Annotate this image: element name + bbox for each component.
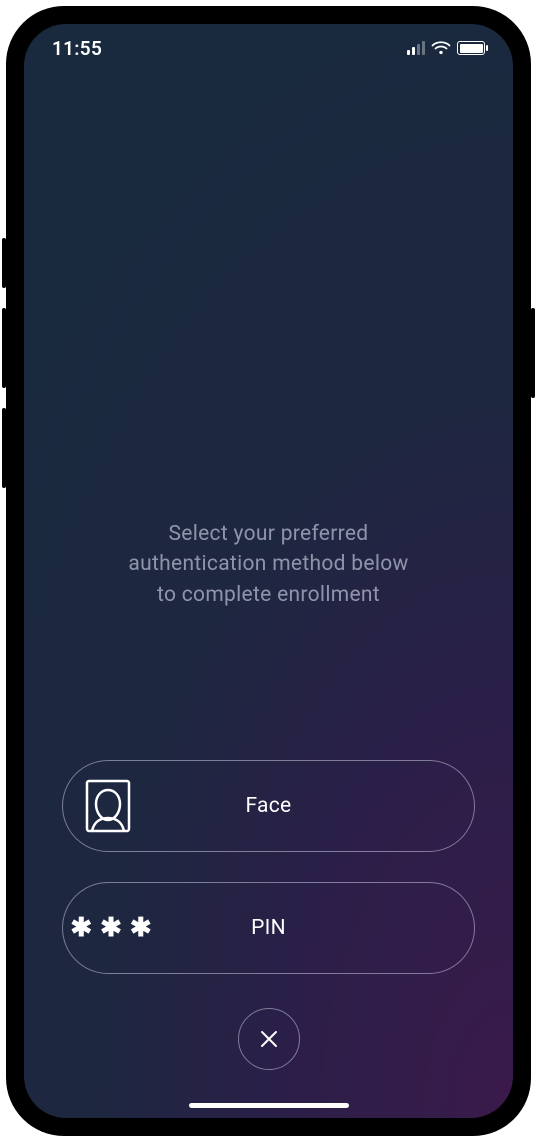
- screen: 11:55 Select your preferred authenticati…: [24, 24, 513, 1118]
- close-icon: [257, 1027, 281, 1051]
- mute-switch: [2, 238, 6, 288]
- pin-auth-button[interactable]: ✱ ✱ ✱ PIN: [62, 882, 475, 974]
- prompt-line: Select your preferred: [128, 519, 408, 549]
- prompt-line: to complete enrollment: [128, 580, 408, 610]
- volume-up: [2, 308, 6, 388]
- enrollment-prompt: Select your preferred authentication met…: [128, 519, 408, 610]
- close-button[interactable]: [238, 1008, 300, 1070]
- prompt-line: authentication method below: [128, 549, 408, 579]
- volume-down: [2, 408, 6, 488]
- phone-frame: 11:55 Select your preferred authenticati…: [8, 8, 529, 1134]
- pin-auth-label: PIN: [63, 916, 474, 940]
- face-auth-button[interactable]: Face: [62, 760, 475, 852]
- main-content: Select your preferred authentication met…: [24, 24, 513, 1118]
- home-indicator[interactable]: [189, 1103, 349, 1108]
- face-auth-label: Face: [63, 794, 474, 818]
- power-button: [531, 308, 535, 398]
